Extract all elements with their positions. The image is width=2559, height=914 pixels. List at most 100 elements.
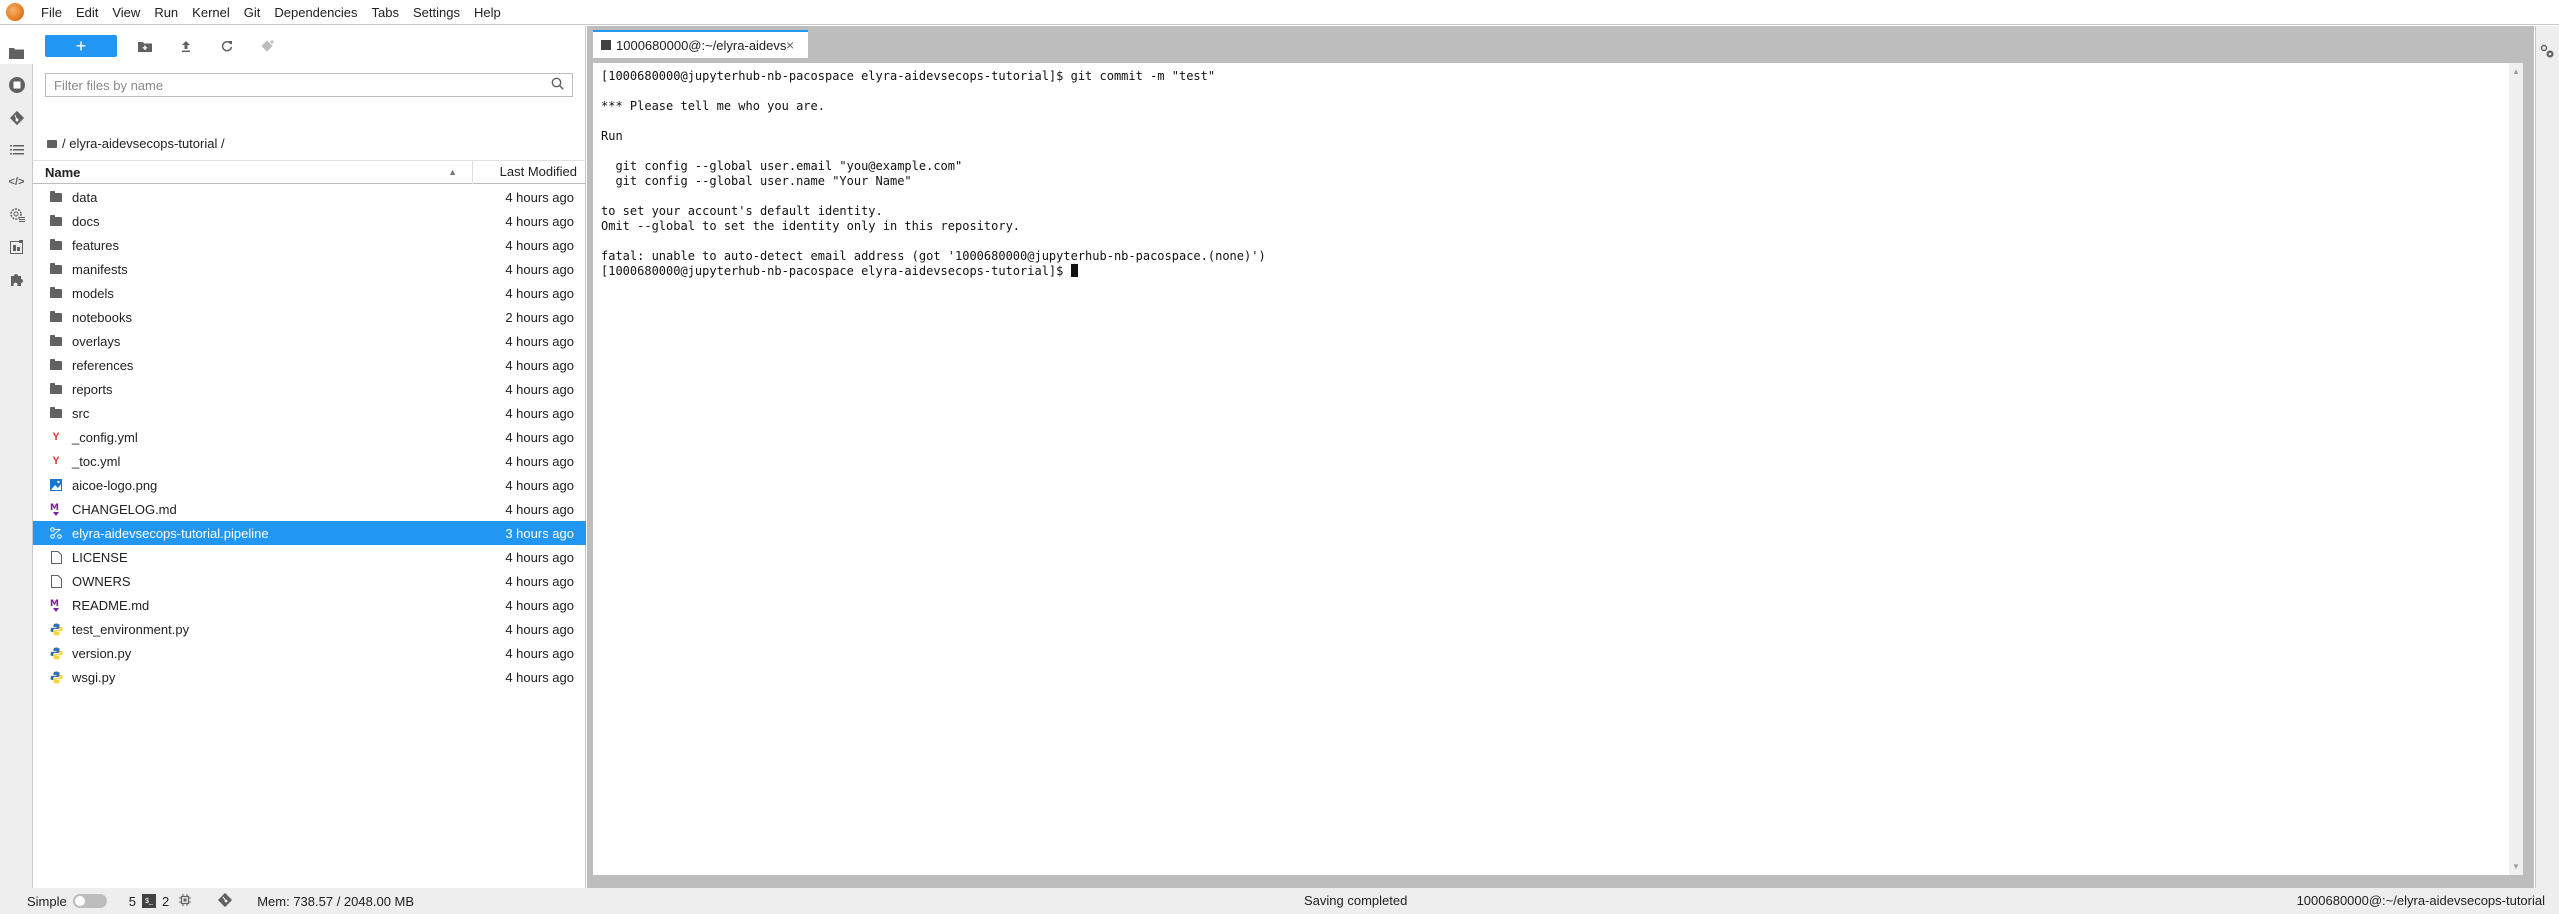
terminal-prompt-line[interactable]: [1000680000@jupyterhub-nb-pacospace elyr… — [601, 264, 1266, 279]
file-modified: 4 hours ago — [505, 333, 574, 349]
menu-edit[interactable]: Edit — [69, 0, 105, 25]
refresh-icon[interactable] — [214, 35, 240, 57]
extensions-puzzle-icon[interactable] — [7, 270, 26, 289]
menu-file[interactable]: File — [34, 0, 69, 25]
file-modified: 4 hours ago — [505, 645, 574, 661]
file-name: references — [72, 357, 134, 373]
folder-icon — [50, 214, 62, 226]
terminal-panel[interactable]: [1000680000@jupyterhub-nb-pacospace elyr… — [593, 63, 2523, 875]
file-row[interactable]: LICENSE 4 hours ago — [33, 545, 586, 569]
simple-mode-label: Simple — [27, 893, 67, 909]
file-row[interactable]: Y _toc.yml 4 hours ago — [33, 449, 586, 473]
terminal-output[interactable]: [1000680000@jupyterhub-nb-pacospace elyr… — [601, 69, 1266, 279]
folder-icon-wrap — [49, 238, 63, 252]
kernels-count[interactable]: 5 — [129, 894, 136, 909]
git-clone-icon[interactable] — [255, 35, 281, 57]
file-modified: 4 hours ago — [505, 669, 574, 685]
new-folder-icon[interactable] — [132, 35, 158, 57]
home-folder-icon[interactable] — [47, 139, 57, 148]
folder-icon-wrap — [49, 382, 63, 396]
new-launcher-button[interactable]: + — [45, 35, 117, 57]
git-icon[interactable] — [7, 108, 26, 127]
kernel-chip-icon[interactable] — [179, 893, 192, 909]
file-modified: 4 hours ago — [505, 621, 574, 637]
file-modified: 4 hours ago — [505, 261, 574, 277]
terminal-line: Omit --global to set the identity only i… — [601, 219, 1021, 233]
file-row[interactable]: test_environment.py 4 hours ago — [33, 617, 586, 641]
file-modified: 4 hours ago — [505, 357, 574, 373]
filter-files-input[interactable] — [54, 77, 551, 93]
close-tab-icon[interactable]: × — [786, 37, 794, 53]
folder-icon — [50, 406, 62, 418]
file-row[interactable]: models 4 hours ago — [33, 281, 586, 305]
file-modified: 2 hours ago — [505, 309, 574, 325]
upload-icon[interactable] — [173, 35, 199, 57]
terminal-scrollbar[interactable]: ▲ ▼ — [2509, 63, 2523, 875]
yaml-icon-wrap: Y — [49, 430, 63, 444]
scroll-up-icon[interactable]: ▲ — [2512, 67, 2520, 76]
file-row[interactable]: docs 4 hours ago — [33, 209, 586, 233]
folder-icon — [50, 358, 62, 370]
file-name: version.py — [72, 645, 132, 661]
file-row[interactable]: data 4 hours ago — [33, 185, 586, 209]
file-row[interactable]: wsgi.py 4 hours ago — [33, 665, 586, 689]
breadcrumb-path[interactable]: / elyra-aidevsecops-tutorial / — [62, 136, 225, 151]
column-header-last-modified[interactable]: Last Modified — [472, 160, 586, 184]
file-row[interactable]: Y _config.yml 4 hours ago — [33, 425, 586, 449]
file-row[interactable]: overlays 4 hours ago — [33, 329, 586, 353]
menu-dependencies[interactable]: Dependencies — [267, 0, 364, 25]
file-row[interactable]: M README.md 4 hours ago — [33, 593, 586, 617]
sort-ascending-icon[interactable]: ▲ — [448, 167, 457, 177]
terminal-line: fatal: unable to auto-detect email addre… — [601, 249, 1266, 263]
file-row[interactable]: reports 4 hours ago — [33, 377, 586, 401]
file-row[interactable]: src 4 hours ago — [33, 401, 586, 425]
file-row[interactable]: references 4 hours ago — [33, 353, 586, 377]
pipeline-icon-wrap — [49, 526, 63, 540]
file-row[interactable]: aicoe-logo.png 4 hours ago — [33, 473, 586, 497]
file-name: overlays — [72, 333, 121, 349]
code-snippets-icon[interactable]: </> — [7, 172, 26, 191]
component-catalog-icon[interactable] — [7, 237, 26, 256]
file-row[interactable]: features 4 hours ago — [33, 233, 586, 257]
column-header-name[interactable]: Name — [33, 165, 448, 180]
file-row[interactable]: M CHANGELOG.md 4 hours ago — [33, 497, 586, 521]
menu-view[interactable]: View — [105, 0, 147, 25]
menu-help[interactable]: Help — [467, 0, 508, 25]
terminal-line: to set your account's default identity. — [601, 204, 883, 218]
menu-kernel[interactable]: Kernel — [185, 0, 237, 25]
save-status: Saving completed — [1304, 893, 1408, 908]
menu-run[interactable]: Run — [147, 0, 185, 25]
runtimes-gear-icon[interactable] — [7, 205, 26, 224]
terminals-count[interactable]: 2 — [162, 894, 169, 909]
file-row[interactable]: manifests 4 hours ago — [33, 257, 586, 281]
file-row[interactable]: OWNERS 4 hours ago — [33, 569, 586, 593]
file-modified: 4 hours ago — [505, 549, 574, 565]
file-row[interactable]: elyra-aidevsecops-tutorial.pipeline 3 hou… — [33, 521, 586, 545]
menu-git[interactable]: Git — [237, 0, 268, 25]
folder-icon[interactable] — [7, 43, 26, 62]
file-name: _toc.yml — [72, 453, 121, 469]
file-name: data — [72, 189, 98, 205]
file-row[interactable]: version.py 4 hours ago — [33, 641, 586, 665]
markdown-icon-wrap: M — [49, 598, 63, 612]
running-stop-icon[interactable] — [7, 75, 26, 94]
terminal-icon[interactable]: $_ — [141, 894, 156, 908]
file-modified: 4 hours ago — [505, 189, 574, 205]
menu-settings[interactable]: Settings — [406, 0, 467, 25]
tab-terminal[interactable]: 1000680000@:~/elyra-aidevsecops-tutorial… — [593, 30, 808, 58]
simple-mode-toggle[interactable] — [72, 894, 107, 908]
menu-tabs[interactable]: Tabs — [365, 0, 406, 25]
table-of-contents-icon[interactable] — [7, 140, 26, 159]
folder-icon — [50, 382, 62, 394]
git-status-icon[interactable] — [217, 892, 233, 911]
property-inspector-gears-icon[interactable] — [2540, 44, 2556, 63]
scroll-down-icon[interactable]: ▼ — [2512, 862, 2520, 871]
pipeline-icon — [50, 527, 62, 539]
file-name: OWNERS — [72, 573, 131, 589]
file-row[interactable]: notebooks 2 hours ago — [33, 305, 586, 329]
terminal-line: git config --global user.email "you@exam… — [601, 159, 963, 173]
file-list-header: Name ▲ Last Modified — [33, 160, 586, 184]
